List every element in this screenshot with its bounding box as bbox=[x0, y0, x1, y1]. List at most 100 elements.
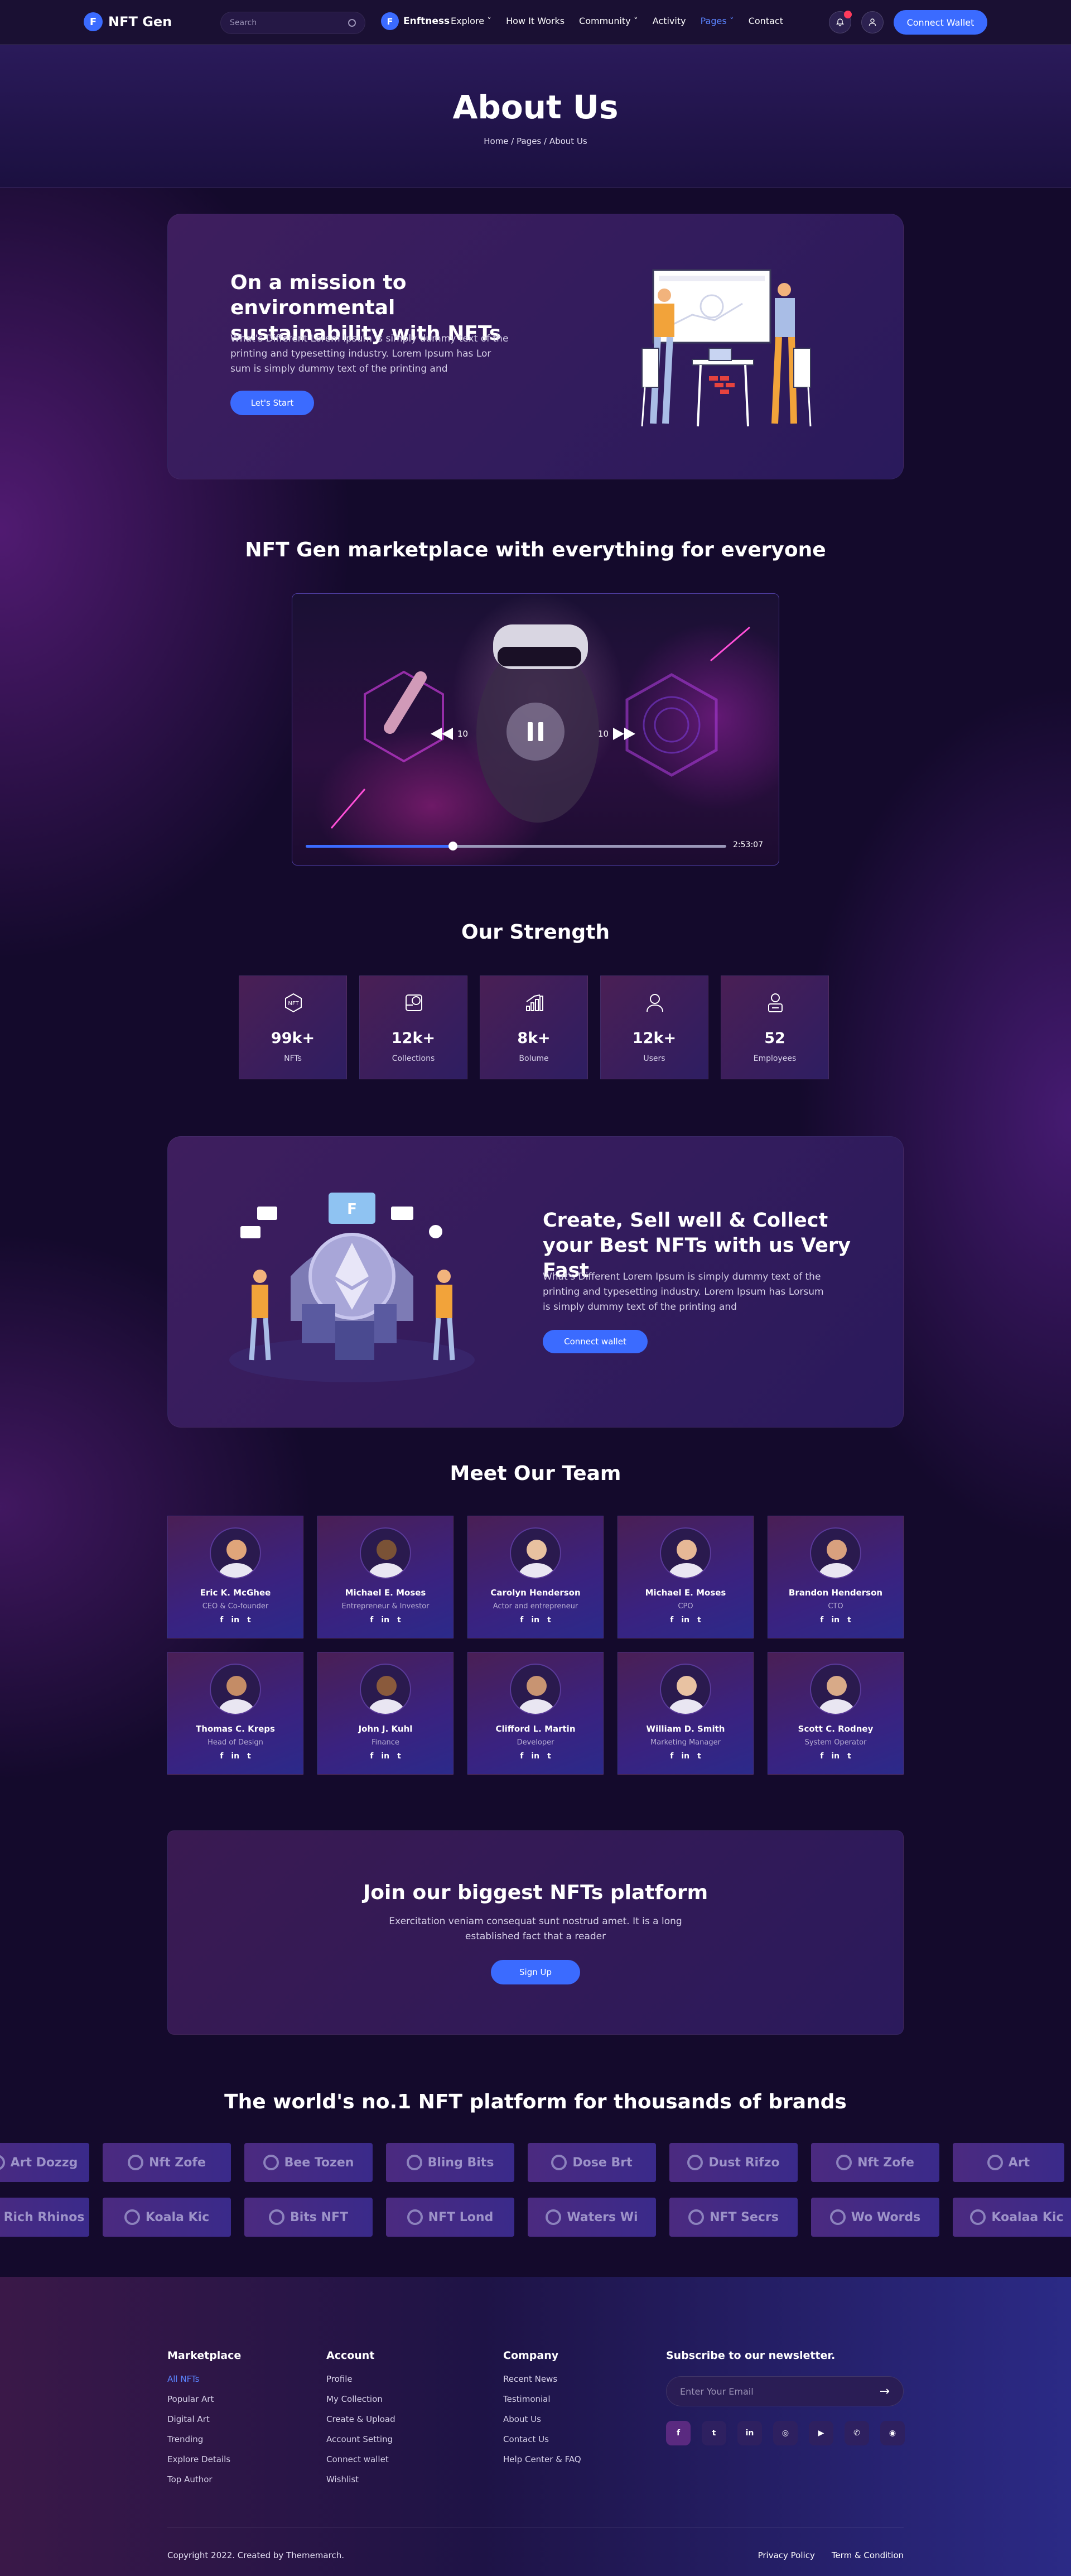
footer-link[interactable]: All NFTs bbox=[167, 2374, 241, 2384]
footer-link[interactable]: My Collection bbox=[326, 2394, 395, 2404]
profile-button[interactable] bbox=[861, 11, 884, 33]
sign-up-button[interactable]: Sign Up bbox=[491, 1960, 580, 1985]
footer-link[interactable]: Profile bbox=[326, 2374, 395, 2384]
linkedin-icon[interactable]: in bbox=[681, 1752, 689, 1761]
github-icon[interactable]: ◉ bbox=[880, 2421, 905, 2445]
twitter-icon[interactable]: t bbox=[397, 1752, 401, 1761]
linkedin-icon[interactable]: in bbox=[737, 2421, 762, 2445]
footer-link[interactable]: Recent News bbox=[503, 2374, 581, 2384]
footer-link[interactable]: Explore Details bbox=[167, 2454, 241, 2464]
newsletter-email-input[interactable] bbox=[680, 2386, 858, 2397]
footer-link[interactable]: Help Center & FAQ bbox=[503, 2454, 581, 2464]
brand-logo[interactable]: Waters Wi bbox=[528, 2198, 656, 2237]
search-box[interactable] bbox=[220, 12, 365, 34]
brand-logo[interactable]: Bee Tozen bbox=[244, 2143, 373, 2182]
video-player[interactable]: 10 10 2:53:07 bbox=[292, 593, 779, 866]
video-scrubber-handle[interactable] bbox=[448, 842, 457, 850]
facebook-icon[interactable]: f bbox=[666, 2421, 691, 2445]
footer-link[interactable]: Connect wallet bbox=[326, 2454, 395, 2464]
twitter-icon[interactable]: t bbox=[247, 1616, 251, 1625]
team-member-card[interactable]: John J. Kuhl Finance f in t bbox=[317, 1652, 454, 1775]
nav-how-it-works[interactable]: How It Works bbox=[506, 16, 565, 26]
footer-link[interactable]: Wishlist bbox=[326, 2474, 395, 2484]
search-icon[interactable] bbox=[348, 19, 356, 27]
team-member-card[interactable]: Brandon Henderson CTO f in t bbox=[768, 1516, 904, 1638]
brand-logo[interactable]: Koalaa Kic bbox=[953, 2198, 1071, 2237]
brand-logo[interactable]: Nft Zofe bbox=[811, 2143, 939, 2182]
twitter-icon[interactable]: t bbox=[847, 1616, 851, 1625]
brand-logo[interactable]: Koala Kic bbox=[103, 2198, 231, 2237]
twitter-icon[interactable]: t bbox=[547, 1752, 551, 1761]
facebook-icon[interactable]: f bbox=[370, 1752, 373, 1761]
facebook-icon[interactable]: f bbox=[520, 1616, 523, 1625]
team-member-card[interactable]: Clifford L. Martin Developer f in t bbox=[467, 1652, 604, 1775]
brand-logo[interactable]: Rich Rhinos bbox=[0, 2198, 89, 2237]
team-member-card[interactable]: Michael E. Moses CPO f in t bbox=[617, 1516, 754, 1638]
linkedin-icon[interactable]: in bbox=[381, 1752, 389, 1761]
brand-logo[interactable]: Dose Brt bbox=[528, 2143, 656, 2182]
lets-start-button[interactable]: Let's Start bbox=[230, 391, 314, 415]
nav-contact[interactable]: Contact bbox=[749, 16, 783, 26]
search-input[interactable] bbox=[230, 18, 341, 27]
arrow-right-icon[interactable]: → bbox=[880, 2385, 890, 2399]
footer-link[interactable]: Create & Upload bbox=[326, 2414, 395, 2424]
nav-pages[interactable]: Pages ˅ bbox=[701, 16, 734, 26]
instagram-icon[interactable]: ◎ bbox=[773, 2421, 798, 2445]
linkedin-icon[interactable]: in bbox=[681, 1616, 689, 1625]
brand-logo[interactable]: Bits NFT bbox=[244, 2198, 373, 2237]
site-logo[interactable]: F NFT Gen bbox=[84, 12, 172, 31]
brand-logo[interactable]: Wo Words bbox=[811, 2198, 939, 2237]
video-progress-bar[interactable] bbox=[306, 842, 726, 850]
linkedin-icon[interactable]: in bbox=[531, 1752, 539, 1761]
brand-logo[interactable]: Bling Bits bbox=[386, 2143, 514, 2182]
footer-link[interactable]: Top Author bbox=[167, 2474, 241, 2484]
facebook-icon[interactable]: f bbox=[670, 1616, 673, 1625]
nav-activity[interactable]: Activity bbox=[653, 16, 686, 26]
team-member-card[interactable]: William D. Smith Marketing Manager f in t bbox=[617, 1652, 754, 1775]
team-member-card[interactable]: Michael E. Moses Entrepreneur & Investor f… bbox=[317, 1516, 454, 1638]
privacy-policy-link[interactable]: Privacy Policy bbox=[758, 2550, 815, 2560]
nav-explore[interactable]: Explore ˅ bbox=[451, 16, 491, 26]
twitter-icon[interactable]: t bbox=[697, 1616, 701, 1625]
brand-logo[interactable]: Art Dozzg bbox=[0, 2143, 89, 2182]
team-member-card[interactable]: Carolyn Henderson Actor and entrepreneur f… bbox=[467, 1516, 604, 1638]
footer-link[interactable]: About Us bbox=[503, 2414, 581, 2424]
facebook-icon[interactable]: f bbox=[370, 1616, 373, 1625]
brand-logo[interactable]: NFT Lond bbox=[386, 2198, 514, 2237]
footer-link[interactable]: Contact Us bbox=[503, 2434, 581, 2444]
brand-logo[interactable]: Art bbox=[953, 2143, 1064, 2182]
linkedin-icon[interactable]: in bbox=[831, 1752, 840, 1761]
linkedin-icon[interactable]: in bbox=[231, 1752, 239, 1761]
twitter-icon[interactable]: t bbox=[247, 1752, 251, 1761]
brand-logo[interactable]: Nft Zofe bbox=[103, 2143, 231, 2182]
facebook-icon[interactable]: f bbox=[220, 1752, 223, 1761]
pause-button[interactable] bbox=[506, 703, 565, 761]
twitter-icon[interactable]: t bbox=[702, 2421, 726, 2445]
notification-button[interactable] bbox=[829, 11, 852, 33]
footer-link[interactable]: Popular Art bbox=[167, 2394, 241, 2404]
connect-wallet-button[interactable]: Connect Wallet bbox=[894, 10, 987, 35]
footer-link[interactable]: Digital Art bbox=[167, 2414, 241, 2424]
brand-logo[interactable]: Dust Rifzo bbox=[669, 2143, 798, 2182]
linkedin-icon[interactable]: in bbox=[381, 1616, 389, 1625]
team-member-card[interactable]: Thomas C. Kreps Head of Design f in t bbox=[167, 1652, 303, 1775]
facebook-icon[interactable]: f bbox=[220, 1616, 223, 1625]
facebook-icon[interactable]: f bbox=[520, 1752, 523, 1761]
terms-link[interactable]: Term & Condition bbox=[832, 2550, 904, 2560]
twitter-icon[interactable]: t bbox=[847, 1752, 851, 1761]
linkedin-icon[interactable]: in bbox=[831, 1616, 840, 1625]
footer-link[interactable]: Trending bbox=[167, 2434, 241, 2444]
team-member-card[interactable]: Scott C. Rodney System Operator f in t bbox=[768, 1652, 904, 1775]
connect-wallet-cta-button[interactable]: Connect wallet bbox=[543, 1330, 648, 1353]
linkedin-icon[interactable]: in bbox=[231, 1616, 239, 1625]
team-member-card[interactable]: Eric K. McGhee CEO & Co-founder f in t bbox=[167, 1516, 303, 1638]
youtube-icon[interactable]: ▶ bbox=[809, 2421, 833, 2445]
brand-logo[interactable]: NFT Secrs bbox=[669, 2198, 798, 2237]
rewind-control[interactable]: 10 bbox=[431, 728, 468, 740]
linkedin-icon[interactable]: in bbox=[531, 1616, 539, 1625]
footer-link[interactable]: Account Setting bbox=[326, 2434, 395, 2444]
twitter-icon[interactable]: t bbox=[547, 1616, 551, 1625]
facebook-icon[interactable]: f bbox=[670, 1752, 673, 1761]
footer-link[interactable]: Testimonial bbox=[503, 2394, 581, 2404]
whatsapp-icon[interactable]: ✆ bbox=[845, 2421, 869, 2445]
